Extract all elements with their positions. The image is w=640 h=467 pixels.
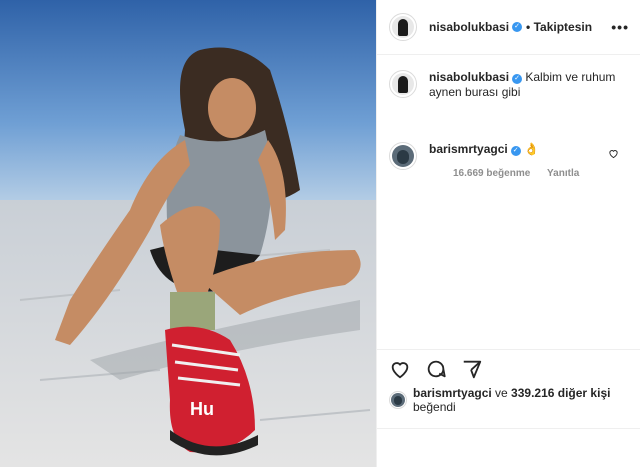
post-header: nisabolukbasi ✓ • Takiptesin ••• xyxy=(377,0,640,55)
likes-count[interactable]: 339.216 diğer kişi xyxy=(511,386,610,400)
liker-username[interactable]: barismrtyagci xyxy=(413,386,492,400)
verified-icon: ✓ xyxy=(512,74,523,84)
comment-like-heart-icon[interactable] xyxy=(608,148,619,159)
comment-meta: 16.669 beğenme Yanıtla xyxy=(453,168,593,179)
caption-username[interactable]: nisabolukbasi xyxy=(429,70,509,84)
comment-icon[interactable] xyxy=(425,358,447,380)
post-photo[interactable]: Hu xyxy=(0,0,376,467)
author-username[interactable]: nisabolukbasi xyxy=(429,20,509,34)
likes-connector: ve xyxy=(491,386,512,400)
heart-icon[interactable] xyxy=(389,358,411,380)
photo-illustration: Hu xyxy=(0,0,376,467)
verified-icon: ✓ xyxy=(512,22,523,32)
divider xyxy=(377,428,640,429)
instagram-post: Hu nisabolukbasi ✓ • Takiptesin ••• nisa… xyxy=(0,0,640,467)
likes-summary: barismrtyagci ve 339.216 diğer kişi beğe… xyxy=(389,386,640,414)
shoe-text: Hu xyxy=(190,399,214,419)
share-icon[interactable] xyxy=(461,358,483,380)
caption-avatar[interactable] xyxy=(389,70,417,98)
caption: nisabolukbasi ✓ Kalbim ve ruhum aynen bur… xyxy=(389,70,629,100)
author-avatar[interactable] xyxy=(389,13,417,41)
comment-like-count[interactable]: 16.669 beğenme xyxy=(453,168,530,179)
commenter-username[interactable]: barismrtyagci xyxy=(429,142,508,156)
post-sidebar: nisabolukbasi ✓ • Takiptesin ••• nisabol… xyxy=(376,0,640,467)
follow-status[interactable]: • Takiptesin xyxy=(526,20,592,34)
action-bar: barismrtyagci ve 339.216 diğer kişi beğe… xyxy=(377,349,640,430)
likes-suffix: beğendi xyxy=(413,400,456,414)
more-icon[interactable]: ••• xyxy=(611,19,629,35)
verified-icon: ✓ xyxy=(510,146,521,156)
commenter-avatar[interactable] xyxy=(389,142,417,170)
comment-emoji: 👌 xyxy=(524,142,539,156)
follow-status-label: Takiptesin xyxy=(533,20,593,34)
liker-avatar[interactable] xyxy=(389,391,407,409)
comment: barismrtyagci ✓ 👌 xyxy=(389,142,629,170)
reply-link[interactable]: Yanıtla xyxy=(547,168,579,179)
